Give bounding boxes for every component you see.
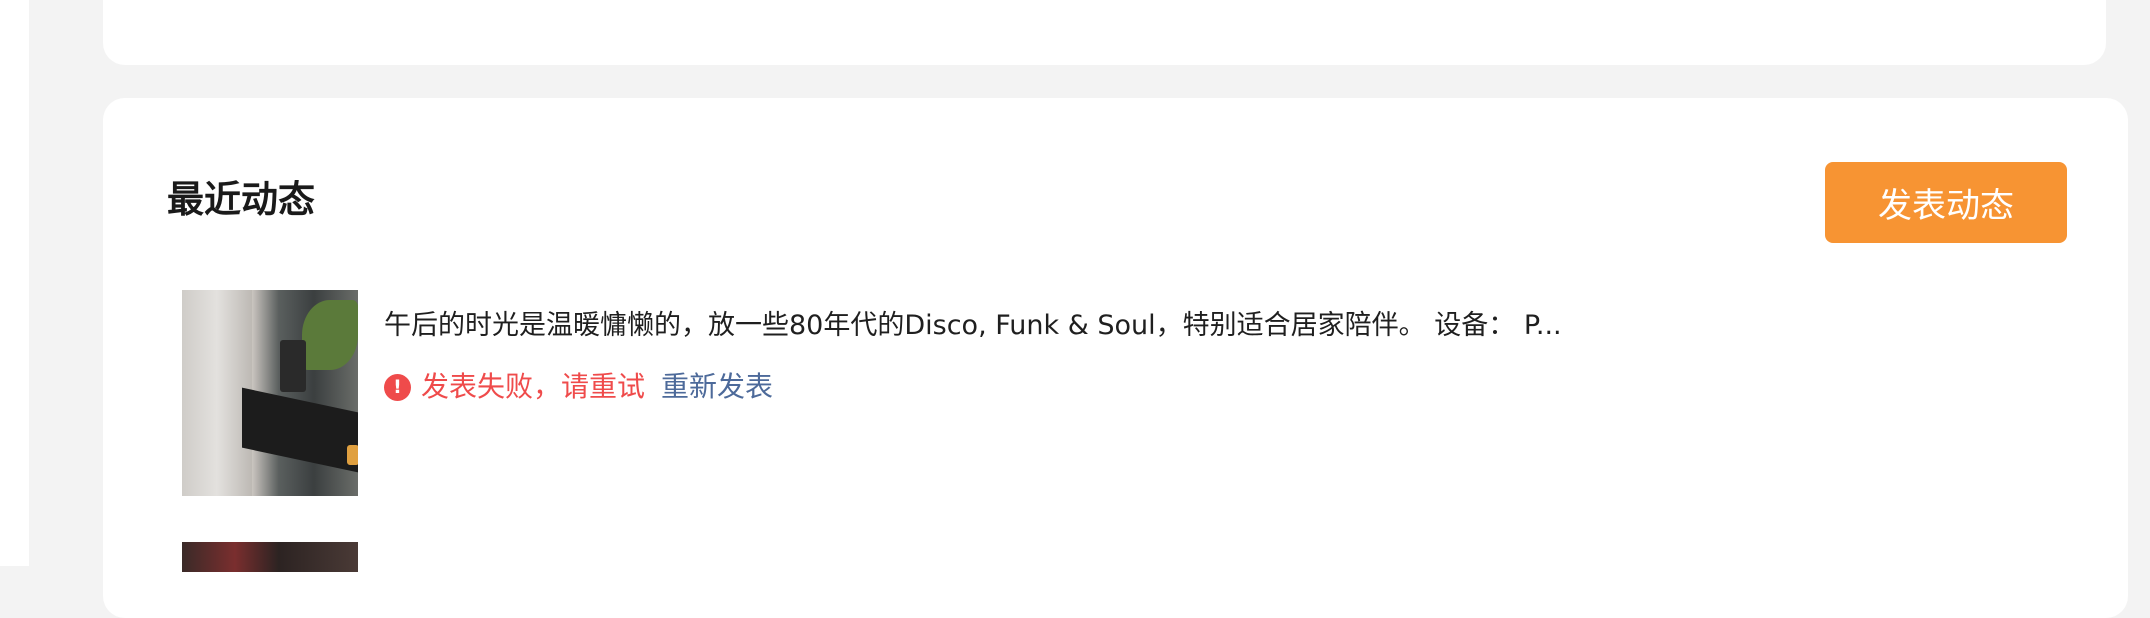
feed-item-thumbnail[interactable]: [182, 290, 358, 496]
error-icon: !: [384, 373, 411, 401]
left-sidebar-edge: [0, 0, 29, 566]
feed-item-text: 午后的时光是温暖慵懒的，放一些80年代的Disco, Funk & Soul，特…: [384, 310, 1562, 341]
previous-card: [103, 0, 2106, 65]
feed-item-thumbnail-next[interactable]: [182, 542, 358, 572]
post-activity-button[interactable]: 发表动态: [1825, 162, 2067, 243]
section-title: 最近动态: [167, 178, 315, 221]
error-message: 发表失败，请重试: [421, 370, 646, 403]
post-status-row: ! 发表失败，请重试 重新发表: [384, 368, 773, 406]
feed-item[interactable]: 午后的时光是温暖慵懒的，放一些80年代的Disco, Funk & Soul，特…: [182, 290, 2082, 496]
retry-post-link[interactable]: 重新发表: [661, 368, 773, 406]
recent-activity-card: 最近动态 发表动态 午后的时光是温暖慵懒的，放一些80年代的Disco, Fun…: [103, 98, 2128, 618]
